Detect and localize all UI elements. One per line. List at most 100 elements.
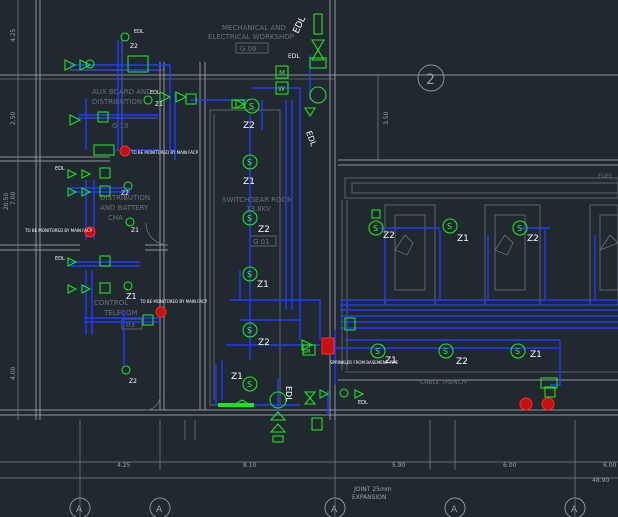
alarm-bell-icon[interactable] [155,306,167,318]
zone-z1-label: Z1 [530,350,542,360]
motor-valve-icon[interactable]: M W [275,65,289,95]
svg-text:S: S [247,158,252,167]
dim-bot-600b: 6.00 [603,462,617,469]
cad-drawing: 4.25 2.50 20.50 7.00 4.00 3.50 4.25 8.10… [0,0,618,517]
monitor-note-3: TO BE MONITORED BY MAIN FACP [139,299,208,304]
svg-text:S: S [515,347,520,356]
sprinkler-head-icon[interactable] [120,32,130,42]
room-aux-line2: DISTRIBUTION [92,98,142,106]
edl-label: EDL [288,53,300,60]
dim-right-3-50: 3.50 [383,111,390,125]
dim-left-mid2: 20.50 [3,193,10,210]
sprinkler-head-icon[interactable]: S [244,98,260,114]
alarm-bell-icon[interactable] [519,397,533,411]
zone-z1-label: Z1 [231,372,243,382]
dim-bot-810: 8.10 [243,462,257,469]
edl-label: EDL [55,256,65,262]
room-cable-trench: CABLE TRENCH [420,379,466,386]
zone-z2-label: Z2 [258,225,270,235]
svg-text:S: S [443,347,448,356]
dim-bot-425: 4.25 [117,462,131,469]
sprinkler-head-icon[interactable] [123,181,133,191]
grid-bubble-A2: A [156,505,163,515]
zone-z1-label: Z1 [126,292,137,301]
zone-z1-label: Z1 [155,101,163,108]
dim-left-mid3: 7.00 [10,191,17,205]
room-mech-line2: ELECTRICAL WORKSHOP [208,33,294,41]
sprinkler-head-icon[interactable]: S [510,343,526,359]
svg-text:S: S [517,224,522,233]
grid-bubble-2: 2 [426,72,435,88]
svg-text:S: S [373,224,378,233]
edl-label: EDL [134,29,144,35]
grid-bubbles: 2 A A A A A [69,64,586,517]
edl-label: EDL [55,166,65,172]
zone-z1-label: Z1 [131,227,139,234]
monitor-note-2: TO BE MONITORED BY MAIN FACP [24,228,93,233]
dim-left-mid1: 2.50 [10,111,17,125]
zone-z2-label: Z2 [383,231,395,241]
svg-text:S: S [247,214,252,223]
zone-z2-label: Z2 [527,234,539,244]
grid-bubble-A4: A [451,505,458,515]
sprinkler-head-icon[interactable] [125,217,135,227]
room-distribution-line3: CHA [108,214,123,222]
zone-z1-label: Z1 [243,177,255,187]
dim-bot-total: 48.90 [592,477,609,484]
zone-z2-label: Z2 [456,357,468,367]
grid-bubble-A3: A [331,505,338,515]
zone-z1-label: Z1 [257,280,269,290]
room-fuel: FUEL [598,173,614,180]
sprinkler-head-icon[interactable]: S [438,343,454,359]
monitor-note-4: SPRINKLER FROM BASEMENT PIPE [330,360,399,365]
alarm-bell-icon[interactable] [119,145,131,157]
room-control: CONTROL [94,299,128,307]
monitor-note-1: TO BE MONITORED BY MAIN FACP [130,150,199,155]
grid-bubble-A1: A [76,505,83,515]
sprinkler-head-icon[interactable]: S [242,210,258,226]
joint-label: JOINT 25mm [353,486,392,493]
svg-text:S: S [247,270,252,279]
room-switchgear: SWITCHGEAR ROOM [222,196,293,204]
room-mech-tag: G 06 [240,45,257,53]
dim-left-top: 4.25 [10,28,17,42]
sprinkler-head-icon[interactable]: S [242,322,258,338]
zone-z2-label: Z2 [121,190,129,197]
sprinkler-head-icon[interactable] [143,95,153,105]
svg-text:S: S [447,222,452,231]
expansion-label: EXPANSION [352,494,387,501]
valve-assembly-icon[interactable] [304,13,327,118]
room-telecom: TELECOM [103,309,137,317]
svg-text:W: W [278,85,285,93]
edl-label: EDL [304,130,318,148]
edl-label: EDL [292,15,309,35]
alarm-bell-icon[interactable] [321,337,335,355]
sprinkler-head-icon[interactable]: S [442,218,458,234]
edl-label: EDL [358,400,368,406]
zone-z2-label: Z2 [243,121,255,131]
valve-tag-sm: SM [303,349,311,355]
room-aux-tag: G 10 [112,122,129,130]
edl-label: EDL [284,386,293,402]
sprinkler-head-icon[interactable] [121,365,131,375]
svg-text:S: S [249,102,254,111]
sprinkler-head-icon[interactable]: S [242,376,258,392]
svg-text:S: S [375,347,380,356]
alarm-bell-icon[interactable] [541,397,555,411]
sprinkler-head-icon[interactable]: S [242,154,258,170]
svg-text:S: S [247,326,252,335]
sprinkler-head-icon[interactable]: S [370,343,386,359]
sprinkler-head-icon[interactable] [123,281,133,291]
zone-z2-label: Z2 [258,338,270,348]
zone-z1-label: Z1 [457,234,469,244]
svg-text:S: S [247,380,252,389]
room-mech-line1: MECHANICAL AND [222,24,286,32]
svg-text:M: M [279,69,285,77]
grid-bubble-A5: A [571,505,578,515]
room-switchgear-tag: G 01 [253,238,270,246]
zone-z2-label: Z2 [129,378,137,385]
dim-bot-590: 5.90 [392,462,406,469]
room-distribution-line2: AND BATTERY [100,204,149,212]
edl-label: EDL [150,90,160,96]
sprinkler-head-icon[interactable]: S [242,266,258,282]
